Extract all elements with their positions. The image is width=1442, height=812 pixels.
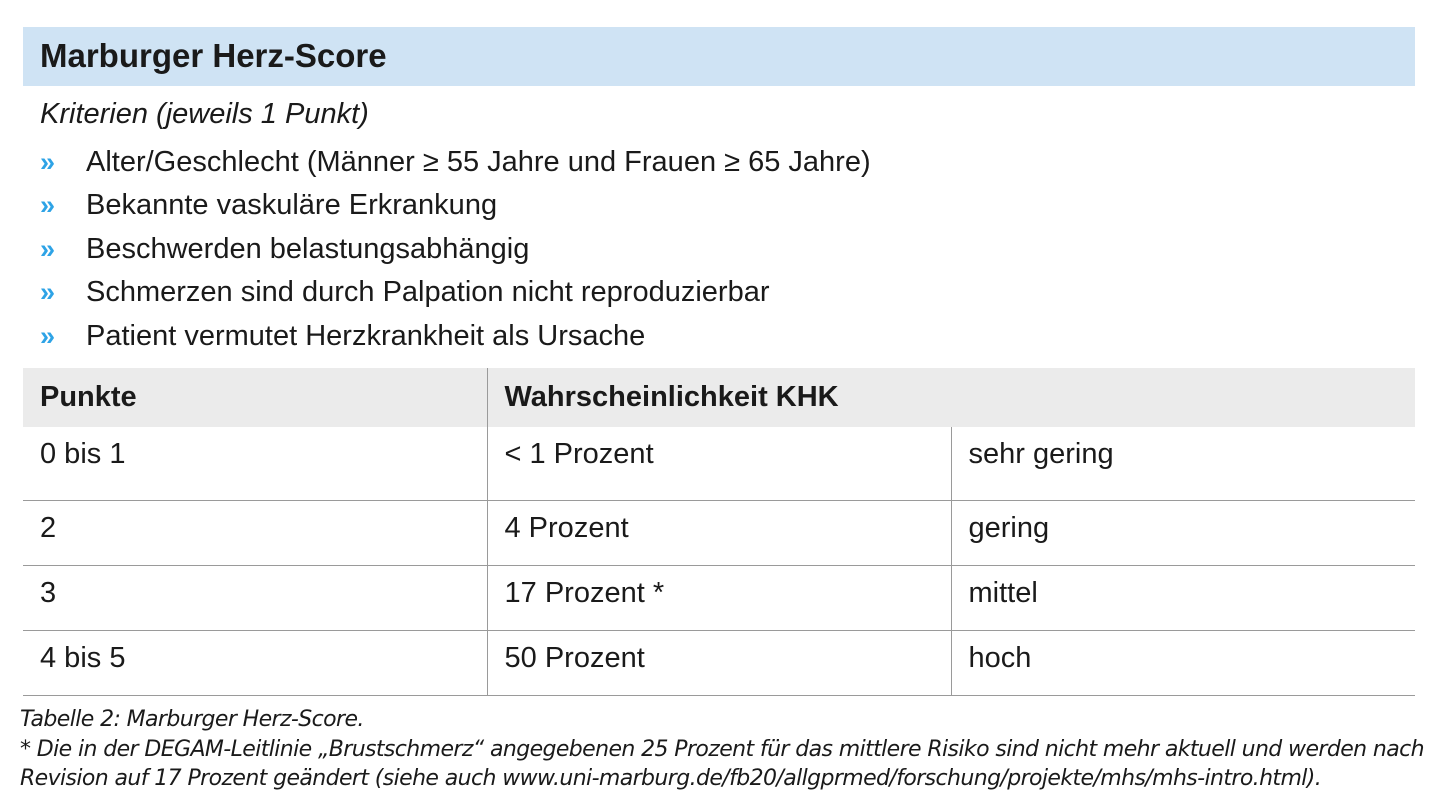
chevron-bullet-icon: » — [40, 146, 56, 177]
criteria-item: » Schmerzen sind durch Palpation nicht r… — [40, 271, 871, 315]
criteria-item: » Alter/Geschlecht (Männer ≥ 55 Jahre un… — [40, 140, 871, 184]
criteria-item-label: Beschwerden belastungsabhängig — [86, 232, 530, 265]
title-bar: Marburger Herz-Score — [23, 27, 1415, 86]
table-row: 4 bis 5 50 Prozent hoch — [23, 630, 1416, 696]
criteria-item: » Beschwerden belastungsabhängig — [40, 227, 871, 271]
table-row: 0 bis 1 < 1 Prozent sehr gering — [23, 427, 1416, 501]
caption-footnote-line: Revision auf 17 Prozent geändert (siehe … — [20, 766, 1322, 791]
criteria-item-label: Schmerzen sind durch Palpation nicht rep… — [86, 276, 770, 309]
chevron-bullet-icon: » — [40, 233, 56, 264]
cell-punkte: 0 bis 1 — [23, 427, 487, 501]
criteria-item: » Bekannte vaskuläre Erkrankung — [40, 184, 871, 228]
caption-footnote-line: * Die in der DEGAM-Leitlinie „Brustschme… — [20, 736, 1425, 762]
score-table: Punkte Wahrscheinlichkeit KHK 0 bis 1 < … — [23, 368, 1416, 696]
cell-prozent: < 1 Prozent — [486, 427, 951, 501]
criteria-list: » Alter/Geschlecht (Männer ≥ 55 Jahre un… — [40, 140, 871, 358]
cell-prozent: 50 Prozent — [486, 630, 951, 696]
chevron-bullet-icon: » — [40, 190, 56, 221]
table-header-row: Punkte Wahrscheinlichkeit KHK — [23, 368, 1416, 427]
table-row: 3 17 Prozent * mittel — [23, 565, 1416, 631]
cell-prozent: 17 Prozent * — [486, 565, 951, 631]
cell-prozent: 4 Prozent — [486, 500, 951, 566]
column-header-punkte: Punkte — [23, 368, 487, 427]
criteria-item: » Patient vermutet Herzkrankheit als Urs… — [40, 314, 871, 358]
cell-risiko: sehr gering — [950, 427, 1416, 501]
cell-punkte: 4 bis 5 — [23, 630, 487, 696]
chevron-bullet-icon: » — [40, 277, 56, 308]
column-header-wahrscheinlichkeit: Wahrscheinlichkeit KHK — [486, 368, 1416, 427]
criteria-item-label: Alter/Geschlecht (Männer ≥ 55 Jahre und … — [86, 145, 871, 178]
chevron-bullet-icon: » — [40, 320, 56, 351]
table-caption: Tabelle 2: Marburger Herz-Score. * Die i… — [20, 705, 1430, 794]
cell-punkte: 3 — [23, 565, 487, 631]
cell-risiko: mittel — [950, 565, 1416, 631]
cell-punkte: 2 — [23, 500, 487, 566]
criteria-item-label: Bekannte vaskuläre Erkrankung — [86, 189, 498, 222]
criteria-heading: Kriterien (jeweils 1 Punkt) — [40, 98, 369, 130]
caption-title: Tabelle 2: Marburger Herz-Score. — [20, 707, 364, 732]
criteria-item-label: Patient vermutet Herzkrankheit als Ursac… — [86, 319, 646, 352]
cell-risiko: hoch — [950, 630, 1416, 696]
cell-risiko: gering — [950, 500, 1416, 566]
page-title: Marburger Herz-Score — [40, 37, 387, 74]
table-row: 2 4 Prozent gering — [23, 500, 1416, 566]
